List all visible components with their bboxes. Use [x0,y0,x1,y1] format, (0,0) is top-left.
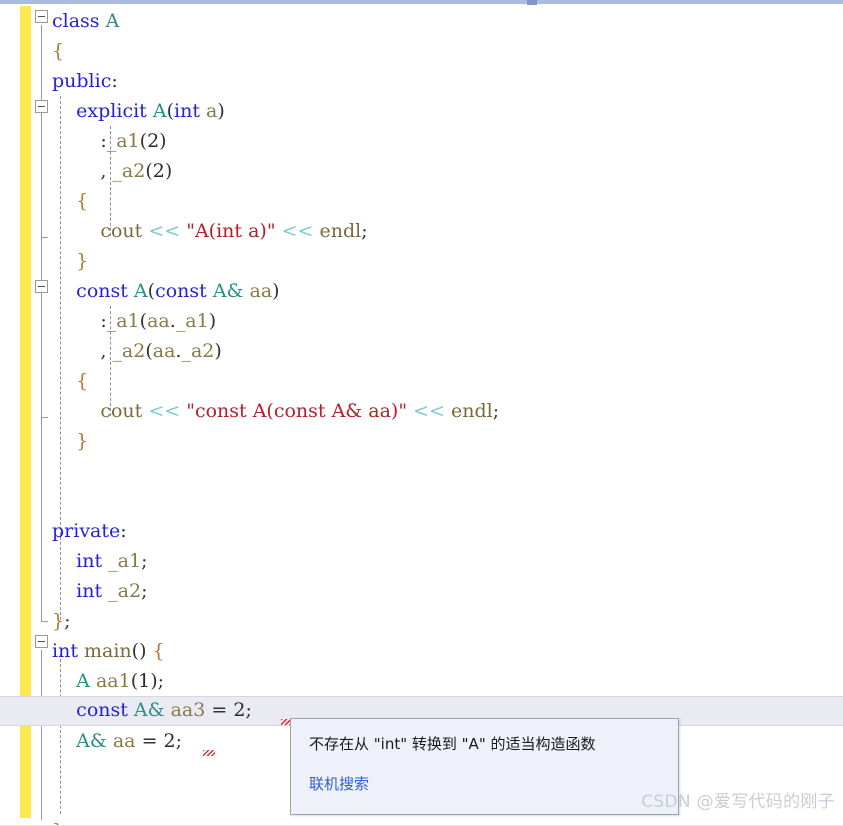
code-text: { [76,370,89,392]
code-line[interactable]: int _a1; [0,546,843,576]
online-search-link[interactable]: 联机搜索 [309,773,369,794]
code-line[interactable]: { [0,36,843,66]
code-line-empty[interactable] [0,456,843,486]
code-line[interactable]: } [0,426,843,456]
code-text: private: [52,520,127,542]
code-text: }; [52,610,71,632]
code-text: A& aa = 2; [76,730,183,752]
code-text: const A(const A& aa) [76,280,280,302]
editor-top-bar-marker [527,0,537,5]
code-text: class A [52,10,120,32]
code-text: const A& aa3 = 2; [76,699,252,721]
code-text: int _a2; [76,580,148,602]
code-line[interactable]: int _a2; [0,576,843,606]
code-line[interactable]: A aa1(1); [0,666,843,696]
code-line[interactable]: private: [0,516,843,546]
code-line[interactable]: { [0,366,843,396]
code-text: :_a1(2) [100,130,167,152]
code-text: cout << "A(int a)" << endl; [100,220,368,242]
code-text: public: [52,70,118,92]
code-line[interactable]: :_a1(2) [0,126,843,156]
error-tooltip[interactable]: 不存在从 "int" 转换到 "A" 的适当构造函数 联机搜索 [290,718,679,815]
code-line-empty[interactable] [0,486,843,516]
code-line[interactable]: cout << "A(int a)" << endl; [0,216,843,246]
error-tooltip-message: 不存在从 "int" 转换到 "A" 的适当构造函数 [309,735,596,753]
code-text: explicit A(int a) [76,100,225,122]
code-text: :_a1(aa._a1) [100,310,217,332]
code-text: , _a2(aa._a2) [100,340,222,362]
editor-top-bar [0,0,843,5]
code-line[interactable]: const A(const A& aa) [0,276,843,306]
code-editor[interactable]: class A { public: explicit A(int a) :_a1… [0,0,843,826]
code-line[interactable]: } [0,246,843,276]
code-text: } [76,250,89,272]
code-text: cout << "const A(const A& aa)" << endl; [100,400,500,422]
code-text: A aa1(1); [76,670,165,692]
code-text: { [52,40,65,62]
code-text: , _a2(2) [100,160,173,182]
code-line[interactable]: , _a2(aa._a2) [0,336,843,366]
code-line[interactable]: }; [0,606,843,636]
code-text: int _a1; [76,550,148,572]
code-lines[interactable]: class A { public: explicit A(int a) :_a1… [0,6,843,826]
code-text: { [76,190,89,212]
code-line[interactable]: { [0,186,843,216]
code-text: int main() { [52,640,165,662]
watermark: CSDN @爱写代码的刚子 [641,792,835,812]
code-text: } [76,430,89,452]
code-line[interactable]: :_a1(aa._a1) [0,306,843,336]
code-line[interactable]: class A [0,6,843,36]
code-line[interactable]: int main() { [0,636,843,666]
code-line[interactable]: cout << "const A(const A& aa)" << endl; [0,396,843,426]
code-line[interactable]: explicit A(int a) [0,96,843,126]
code-line[interactable]: , _a2(2) [0,156,843,186]
code-line[interactable]: public: [0,66,843,96]
